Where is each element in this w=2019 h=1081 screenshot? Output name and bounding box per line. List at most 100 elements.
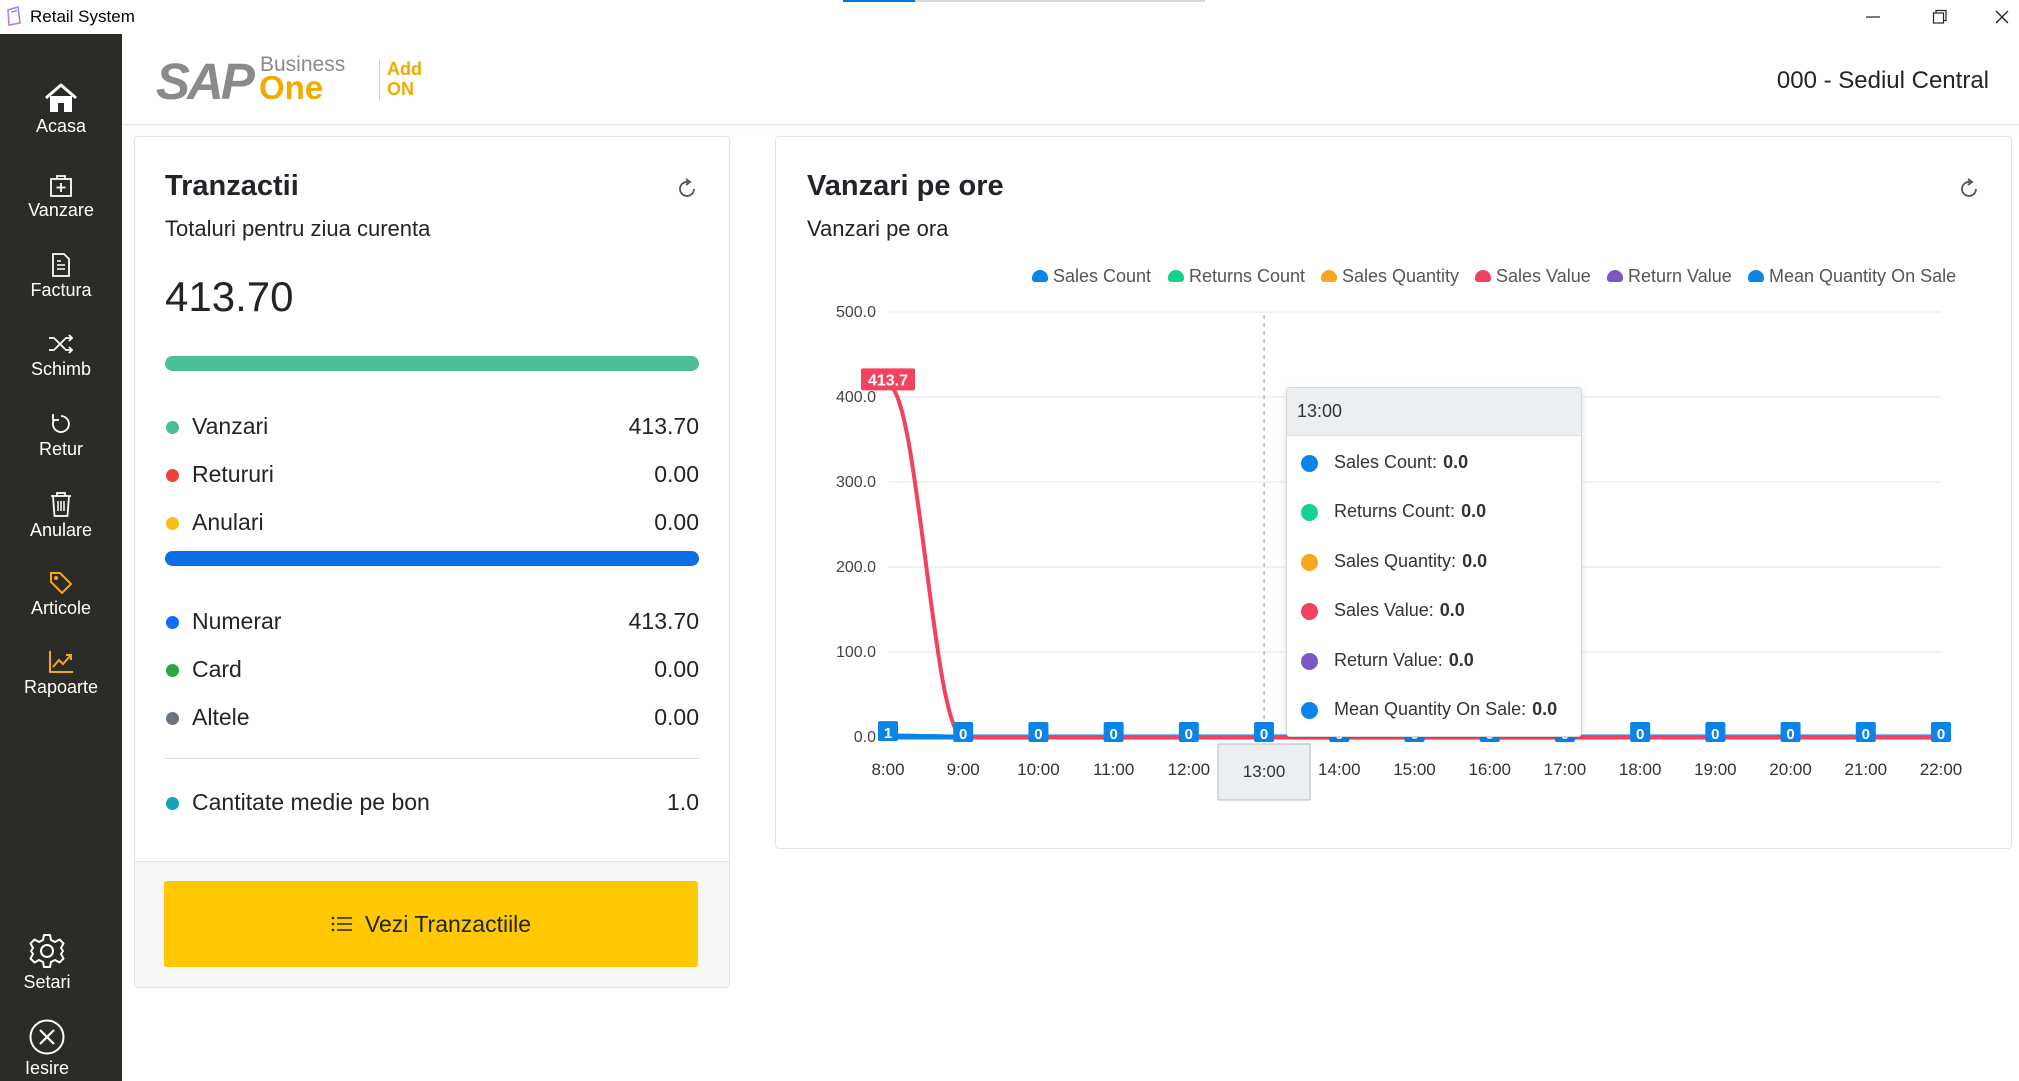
tooltip-value: 0.0 xyxy=(1461,501,1487,521)
y-tick-label: 0.0 xyxy=(854,729,876,746)
restore-button[interactable] xyxy=(1917,0,1963,34)
tooltip-dot xyxy=(1301,504,1318,521)
nav-label: Articole xyxy=(30,598,92,618)
row-card: Card 0.00 xyxy=(165,654,699,684)
row-vanzari: Vanzari 413.70 xyxy=(165,411,699,441)
nav-item-schimb[interactable]: Schimb xyxy=(0,331,122,407)
row-altele: Altele 0.00 xyxy=(165,702,699,732)
transactions-total: 413.70 xyxy=(165,273,294,320)
row-label: Altele xyxy=(192,704,250,730)
close-button[interactable] xyxy=(1985,0,2019,34)
nav-item-retur[interactable]: Retur xyxy=(0,411,122,487)
tooltip-value: 0.0 xyxy=(1462,551,1488,571)
chart-line-icon xyxy=(49,651,73,673)
logo-divider xyxy=(379,59,380,101)
row-value: 413.70 xyxy=(628,413,699,439)
data-label: 0 xyxy=(1034,726,1042,743)
trash-icon xyxy=(51,492,71,517)
tooltip-header: 13:00 xyxy=(1287,388,1581,436)
data-label: 0 xyxy=(959,726,967,743)
gear-icon xyxy=(29,934,65,968)
tooltip-label: Sales Value: xyxy=(1334,600,1434,620)
nav-item-anulare[interactable]: Anulare xyxy=(0,490,122,566)
document-icon xyxy=(52,253,70,277)
chart-tooltip: 13:00 Sales Count: 0.0 Returns Count: 0.0 … xyxy=(1286,387,1582,737)
close-icon xyxy=(1995,10,2009,24)
row-label: Numerar xyxy=(192,608,282,634)
row-value: 0.00 xyxy=(654,509,699,535)
title-bar: Retail System xyxy=(0,0,2019,34)
nav-label: Retur xyxy=(38,439,83,459)
tooltip-label: Sales Quantity: xyxy=(1334,551,1457,571)
branch-label: 000 - Sediul Central xyxy=(1776,67,1989,94)
tag-icon xyxy=(50,572,73,595)
tooltip-label: Returns Count: xyxy=(1334,501,1456,521)
transactions-subtitle: Totaluri pentru ziua curenta xyxy=(165,216,431,241)
x-tick-label: 20:00 xyxy=(1769,760,1812,779)
row-label: Vanzari xyxy=(192,413,269,439)
row-anulari: Anulari 0.00 xyxy=(165,507,699,537)
row-value: 0.00 xyxy=(654,704,699,730)
app-icon xyxy=(7,6,21,26)
status-dot xyxy=(166,712,179,725)
minimize-button[interactable] xyxy=(1850,0,1896,34)
nav-item-setari[interactable]: Setari xyxy=(0,932,94,1008)
sidebar: Acasa Vanzare Factura Schimb Retur Anula… xyxy=(0,34,122,1081)
nav-item-rapoarte[interactable]: Rapoarte xyxy=(0,649,122,725)
data-label: 0 xyxy=(1862,726,1870,743)
close-circle-icon xyxy=(29,1019,65,1055)
nav-label: Setari xyxy=(23,972,71,992)
window-title: Retail System xyxy=(30,7,135,26)
status-dot xyxy=(166,664,179,677)
nav-item-iesire[interactable]: Iesire xyxy=(0,1018,94,1081)
card-footer: Vezi Tranzactiile xyxy=(135,861,729,987)
shopping-bag-icon xyxy=(50,175,72,197)
row-label: Cantitate medie pe bon xyxy=(192,789,430,815)
data-label: 0 xyxy=(1636,726,1644,743)
y-tick-label: 500.0 xyxy=(836,304,876,321)
home-icon xyxy=(45,83,77,112)
row-value: 1.0 xyxy=(667,789,699,815)
app-window: Retail System Acasa Vanzare Factura Schi… xyxy=(0,0,2019,1081)
transactions-title: Tranzactii xyxy=(165,170,299,202)
x-tick-label: 17:00 xyxy=(1544,760,1587,779)
data-label: 1 xyxy=(884,725,892,742)
logo-sap: SAP xyxy=(156,53,255,110)
restore-icon xyxy=(1932,9,1947,24)
nav-item-factura[interactable]: Factura xyxy=(0,252,122,328)
tooltip-dot xyxy=(1301,455,1318,472)
nav-item-acasa[interactable]: Acasa xyxy=(0,82,122,158)
tooltip-label: Sales Count: xyxy=(1334,452,1438,472)
tooltip-dot xyxy=(1301,653,1318,670)
x-tick-label: 12:00 xyxy=(1168,760,1211,779)
data-label: 0 xyxy=(1786,726,1794,743)
undo-icon xyxy=(52,414,70,433)
tooltip-title: 13:00 xyxy=(1297,401,1343,421)
list-icon xyxy=(331,916,352,932)
status-dot xyxy=(166,797,179,810)
row-label: Card xyxy=(192,656,242,682)
tooltip-label: Mean Quantity On Sale: xyxy=(1334,699,1527,719)
x-tick-label: 11:00 xyxy=(1093,760,1134,779)
y-tick-label: 200.0 xyxy=(836,559,876,576)
status-dot xyxy=(166,469,179,482)
view-transactions-button[interactable]: Vezi Tranzactiile xyxy=(164,881,698,967)
nav-label: Iesire xyxy=(24,1058,69,1078)
nav-item-vanzare[interactable]: Vanzare xyxy=(0,172,122,248)
x-tick-label: 8:00 xyxy=(871,760,904,779)
refresh-icon[interactable] xyxy=(675,177,699,201)
payment-bar xyxy=(165,551,699,566)
divider xyxy=(165,758,699,759)
nav-item-articole[interactable]: Articole xyxy=(0,570,122,646)
x-tick-label: 15:00 xyxy=(1393,760,1436,779)
y-tick-label: 400.0 xyxy=(836,389,876,406)
x-tick-label: 9:00 xyxy=(947,760,980,779)
row-numerar: Numerar 413.70 xyxy=(165,606,699,636)
transactions-card: Tranzactii Totaluri pentru ziua curenta … xyxy=(134,136,730,988)
logo-addon-add: Add xyxy=(387,59,422,79)
x-tick-label: 19:00 xyxy=(1694,760,1737,779)
tooltip-dot xyxy=(1301,603,1318,620)
shuffle-icon xyxy=(49,334,74,354)
logo-addon-on: ON xyxy=(387,79,414,99)
y-tick-label: 300.0 xyxy=(836,474,876,491)
